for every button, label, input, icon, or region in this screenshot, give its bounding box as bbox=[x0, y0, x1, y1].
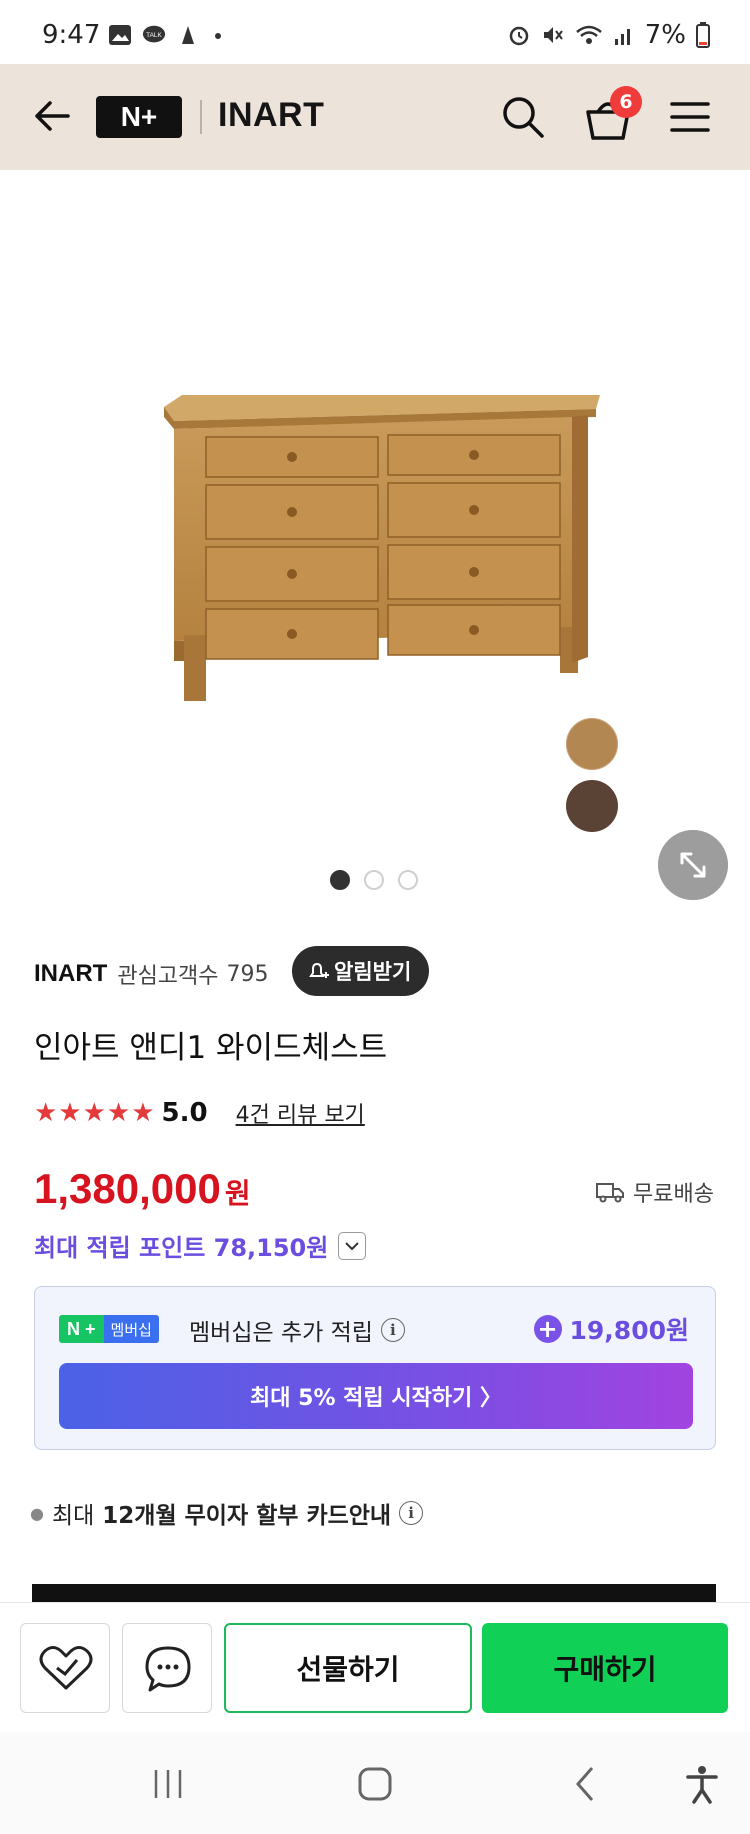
max-points-text: 최대 적립 포인트 78,150원 bbox=[34, 1234, 329, 1262]
search-icon[interactable] bbox=[500, 94, 546, 140]
installment-text: 12개월 무이자 할부 카드안내 bbox=[102, 1503, 392, 1529]
membership-start-button[interactable]: 최대 5% 적립 시작하기 〉 bbox=[59, 1363, 693, 1429]
rating-stars: ★★★★★ bbox=[34, 1098, 156, 1128]
bell-plus-icon bbox=[309, 962, 329, 978]
status-time: 9:47 bbox=[42, 20, 101, 50]
membership-text: 멤버십은 추가 적립 i bbox=[189, 1313, 405, 1347]
notification-subscribe-button[interactable]: 알림받기 bbox=[292, 946, 430, 996]
rating-value: 5.0 bbox=[161, 1098, 208, 1128]
carousel-dot[interactable] bbox=[364, 870, 384, 890]
membership-box: N + 멤버십 멤버십은 추가 적립 i + 19,800원 최대 5% 적립 … bbox=[34, 1286, 716, 1450]
battery-icon bbox=[696, 22, 710, 48]
alarm-icon bbox=[509, 26, 528, 46]
plus-circle-icon: + bbox=[533, 1315, 562, 1343]
shipping-label: 무료배송 bbox=[633, 1182, 714, 1207]
wishlist-button[interactable] bbox=[20, 1623, 110, 1713]
rating-row: ★★★★★ 5.0 4건 리뷰 보기 bbox=[34, 1097, 365, 1129]
talk-icon: TALK bbox=[142, 25, 166, 43]
gallery-icon bbox=[109, 25, 131, 45]
carousel-dot[interactable] bbox=[330, 870, 350, 890]
price-row: 1,380,000 원 bbox=[34, 1165, 251, 1213]
gift-button[interactable]: 선물하기 bbox=[224, 1623, 472, 1713]
chat-button[interactable] bbox=[122, 1623, 212, 1713]
price-value: 1,380,000 bbox=[34, 1165, 221, 1212]
recent-apps-icon[interactable] bbox=[146, 1762, 190, 1806]
carousel-dots bbox=[330, 870, 418, 890]
accessibility-icon[interactable] bbox=[680, 1762, 724, 1806]
product-title: 인아트 앤디1 와이드체스트 bbox=[34, 1030, 388, 1066]
header-divider bbox=[200, 100, 202, 134]
info-icon[interactable]: i bbox=[399, 1501, 424, 1525]
membership-badge-n: N + bbox=[59, 1315, 104, 1343]
alert-button-label: 알림받기 bbox=[334, 960, 412, 984]
bullet-icon: ● bbox=[30, 1503, 44, 1523]
section-divider-bar bbox=[32, 1584, 716, 1602]
membership-badge-label: 멤버십 bbox=[103, 1315, 159, 1343]
wifi-icon bbox=[575, 25, 602, 44]
home-icon[interactable] bbox=[353, 1762, 397, 1806]
membership-points-value: 19,800원 bbox=[569, 1316, 689, 1345]
color-swatch-dark-wood[interactable] bbox=[566, 780, 618, 832]
seller-row: INART 관심고객수 795 bbox=[34, 958, 269, 990]
expand-icon[interactable] bbox=[658, 830, 728, 900]
color-swatch-light-wood[interactable] bbox=[566, 718, 618, 770]
buy-button[interactable]: 구매하기 bbox=[482, 1623, 728, 1713]
notification-icons: TALK bbox=[108, 24, 234, 46]
price-unit: 원 bbox=[224, 1177, 251, 1210]
mute-icon bbox=[543, 27, 563, 43]
app-header: N+ INART 6 bbox=[0, 64, 750, 170]
product-image-gallery[interactable] bbox=[0, 170, 750, 910]
svg-text:TALK: TALK bbox=[146, 32, 162, 39]
membership-text-label: 멤버십은 추가 적립 bbox=[189, 1320, 373, 1346]
back-arrow-icon[interactable] bbox=[28, 92, 76, 140]
store-name[interactable]: INART bbox=[218, 96, 324, 135]
app-notification-icon bbox=[182, 26, 194, 44]
more-dot-icon bbox=[215, 33, 221, 39]
product-page: 9:47 TALK 7% N+ INART 6 INART 관심고객수 795 … bbox=[0, 0, 750, 1834]
seller-name[interactable]: INART bbox=[34, 960, 107, 988]
info-icon[interactable]: i bbox=[380, 1318, 405, 1342]
chevron-down-icon[interactable] bbox=[338, 1231, 367, 1260]
installment-prefix: 최대 bbox=[51, 1503, 95, 1529]
signal-icon bbox=[614, 29, 630, 45]
nplus-logo[interactable]: N+ bbox=[96, 96, 182, 138]
chat-bubble-icon bbox=[145, 1646, 191, 1692]
delivery-truck-icon bbox=[596, 1183, 625, 1203]
favorite-customers-label: 관심고객수 bbox=[117, 964, 219, 989]
shipping-info: 무료배송 bbox=[595, 1176, 714, 1208]
installment-row[interactable]: ● 최대 12개월 무이자 할부 카드안내 i bbox=[30, 1496, 424, 1530]
battery-percent: 7% bbox=[644, 20, 686, 50]
cart-count-badge: 6 bbox=[610, 86, 642, 118]
system-navigation-bar bbox=[0, 1732, 750, 1834]
favorite-customers-count: 795 bbox=[226, 961, 269, 987]
status-right: 7% bbox=[507, 20, 710, 50]
carousel-dot[interactable] bbox=[398, 870, 418, 890]
status-bar: 9:47 TALK 7% bbox=[0, 0, 750, 64]
membership-badge: N + 멤버십 bbox=[59, 1315, 159, 1343]
heart-check-icon bbox=[39, 1646, 93, 1690]
bottom-action-bar: 선물하기 구매하기 bbox=[0, 1602, 750, 1732]
hamburger-menu-icon[interactable] bbox=[668, 96, 712, 138]
membership-points: + 19,800원 bbox=[533, 1311, 689, 1347]
max-points-row[interactable]: 최대 적립 포인트 78,150원 bbox=[34, 1228, 367, 1263]
back-nav-icon[interactable] bbox=[564, 1762, 608, 1806]
review-link[interactable]: 4건 리뷰 보기 bbox=[236, 1097, 365, 1129]
product-image-dresser bbox=[164, 395, 600, 701]
